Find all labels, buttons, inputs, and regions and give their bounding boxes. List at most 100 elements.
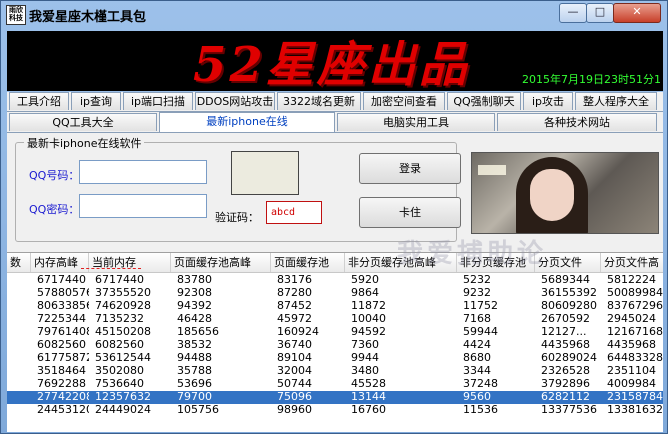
tab-prank-programs[interactable]: 整人程序大全 bbox=[575, 92, 657, 110]
maximize-button[interactable]: □ bbox=[586, 3, 614, 23]
table-cell: 87452 bbox=[277, 300, 312, 312]
table-cell: 4435968 bbox=[607, 339, 656, 351]
table-cell bbox=[11, 287, 31, 299]
table-cell: 27742208 bbox=[37, 391, 89, 403]
table-cell: 89104 bbox=[277, 352, 312, 364]
table-cell bbox=[11, 339, 31, 351]
table-cell: 36740 bbox=[277, 339, 312, 351]
table-row[interactable]: 80633856 74620928 94392 87452 11872 11752 8060… bbox=[7, 300, 663, 313]
column-header[interactable]: 页面缓存池 bbox=[271, 253, 345, 272]
table-row[interactable]: 79761408 45150208 185656 160924 94592 59944 12… bbox=[7, 326, 663, 339]
tab-tool-intro[interactable]: 工具介绍 bbox=[9, 92, 69, 110]
table-cell: 75096 bbox=[277, 391, 312, 403]
column-header[interactable]: 内存高峰 bbox=[31, 253, 89, 272]
table-row[interactable]: 3518464 3502080 35788 32004 3480 3344 2326528 2… bbox=[7, 365, 663, 378]
table-cell bbox=[11, 326, 31, 338]
close-button[interactable]: ✕ bbox=[613, 3, 661, 23]
tab-iphone-online[interactable]: 最新iphone在线 bbox=[159, 112, 335, 132]
tab-ip-attack[interactable]: ip攻击 bbox=[523, 92, 573, 110]
tab-port-scan[interactable]: ip端口扫描 bbox=[123, 92, 193, 110]
qq-number-input[interactable] bbox=[79, 160, 207, 184]
title-bar[interactable]: 雨欣科技 我爱星座木槿工具包 — □ ✕ bbox=[1, 1, 667, 27]
table-row[interactable]: 6717440 6717440 83780 83176 5920 5232 5689344 5… bbox=[7, 274, 663, 287]
table-cell: 83780 bbox=[177, 274, 212, 286]
table-cell: 24449024 bbox=[95, 404, 151, 416]
table-row[interactable]: 24453120 24449024 105756 98960 16760 11536 133… bbox=[7, 404, 663, 417]
column-header[interactable]: 分页文件高 bbox=[601, 253, 663, 272]
qq-password-input[interactable] bbox=[79, 194, 207, 218]
table-row[interactable]: 61775872 53612544 94488 89104 9944 8680 602890… bbox=[7, 352, 663, 365]
table-row[interactable]: 27742208 12357632 79700 75096 13144 9560 62821… bbox=[7, 391, 663, 404]
table-cell: 13381632 bbox=[607, 404, 663, 416]
table-row[interactable]: 7225344 7135232 46428 45972 10040 7168 2670592… bbox=[7, 313, 663, 326]
table-cell: 121671680 bbox=[607, 326, 663, 338]
table-row[interactable]: 7692288 7536640 53696 50744 45528 37248 379289… bbox=[7, 378, 663, 391]
table-cell: 12127... bbox=[541, 326, 587, 338]
table-cell: 9944 bbox=[351, 352, 379, 364]
table-cell: 6282112 bbox=[541, 391, 590, 403]
table-cell: 6082560 bbox=[37, 339, 86, 351]
captcha-image[interactable] bbox=[231, 151, 299, 195]
table-cell: 10040 bbox=[351, 313, 386, 325]
tab-3322-domain[interactable]: 3322域名更新 bbox=[277, 92, 361, 110]
column-header[interactable]: 当前内存 bbox=[89, 253, 171, 272]
table-cell: 53612544 bbox=[95, 352, 151, 364]
tab-divider bbox=[7, 132, 663, 133]
table-cell: 4435968 bbox=[541, 339, 590, 351]
freeze-button[interactable]: 卡住 bbox=[359, 197, 461, 228]
table-cell: 87280 bbox=[277, 287, 312, 299]
table-cell: 36155392 bbox=[541, 287, 597, 299]
table-cell: 23158784 bbox=[607, 391, 663, 403]
tab-tech-sites[interactable]: 各种技术网站 bbox=[497, 113, 657, 131]
table-cell: 3792896 bbox=[541, 378, 590, 390]
table-cell: 11872 bbox=[351, 300, 386, 312]
table-cell: 50744 bbox=[277, 378, 312, 390]
table-cell: 45972 bbox=[277, 313, 312, 325]
table-cell bbox=[11, 313, 31, 325]
table-cell: 185656 bbox=[177, 326, 219, 338]
table-cell bbox=[11, 352, 31, 364]
banner: 52星座出品 2015年7月19日23时51分1 bbox=[7, 31, 663, 91]
tab-encrypted-space[interactable]: 加密空间查看 bbox=[363, 92, 445, 110]
table-cell: 11536 bbox=[463, 404, 498, 416]
table-cell: 7360 bbox=[351, 339, 379, 351]
table-cell: 5689344 bbox=[541, 274, 590, 286]
process-table[interactable]: 数 内存高峰 当前内存 页面缓存池高峰 页面缓存池 非分页缓存池高峰 非分页缓存… bbox=[7, 252, 663, 432]
table-cell: 38532 bbox=[177, 339, 212, 351]
photo-face bbox=[530, 169, 574, 221]
table-cell: 59944 bbox=[463, 326, 498, 338]
tab-ip-query[interactable]: ip查询 bbox=[71, 92, 121, 110]
table-cell: 2670592 bbox=[541, 313, 590, 325]
tab-pc-tools[interactable]: 电脑实用工具 bbox=[337, 113, 495, 131]
column-header[interactable]: 数 bbox=[7, 253, 31, 272]
table-row[interactable]: 57880576 37355520 92308 87280 9864 9232 361553… bbox=[7, 287, 663, 300]
table-cell: 24453120 bbox=[37, 404, 89, 416]
table-cell: 3518464 bbox=[37, 365, 86, 377]
tab-divider bbox=[7, 111, 663, 112]
login-button[interactable]: 登录 bbox=[359, 153, 461, 184]
minimize-button[interactable]: — bbox=[559, 3, 587, 23]
table-cell: 94392 bbox=[177, 300, 212, 312]
table-cell: 7692288 bbox=[37, 378, 86, 390]
tab-qq-chat[interactable]: QQ强制聊天 bbox=[447, 92, 521, 110]
table-cell: 8680 bbox=[463, 352, 491, 364]
table-cell bbox=[11, 404, 31, 416]
photo-light bbox=[478, 165, 506, 175]
table-cell: 5232 bbox=[463, 274, 491, 286]
table-cell: 46428 bbox=[177, 313, 212, 325]
captcha-input[interactable]: abcd bbox=[266, 201, 322, 224]
table-cell: 11752 bbox=[463, 300, 498, 312]
table-cell: 45150208 bbox=[95, 326, 151, 338]
column-header[interactable]: 页面缓存池高峰 bbox=[171, 253, 271, 272]
tab-ddos[interactable]: DDOS网站攻击 bbox=[195, 92, 275, 110]
tab-qq-tools[interactable]: QQ工具大全 bbox=[9, 113, 157, 131]
table-cell: 9864 bbox=[351, 287, 379, 299]
table-row[interactable]: 6082560 6082560 38532 36740 7360 4424 4435968 4… bbox=[7, 339, 663, 352]
table-cell: 83176 bbox=[277, 274, 312, 286]
main-content: 工具介绍 ip查询 ip端口扫描 DDOS网站攻击 3322域名更新 加密空间查… bbox=[7, 92, 663, 432]
table-cell bbox=[11, 378, 31, 390]
table-cell: 9560 bbox=[463, 391, 491, 403]
table-cell bbox=[11, 365, 31, 377]
qq-number-label: QQ号码： bbox=[29, 169, 80, 182]
table-cell: 16760 bbox=[351, 404, 386, 416]
